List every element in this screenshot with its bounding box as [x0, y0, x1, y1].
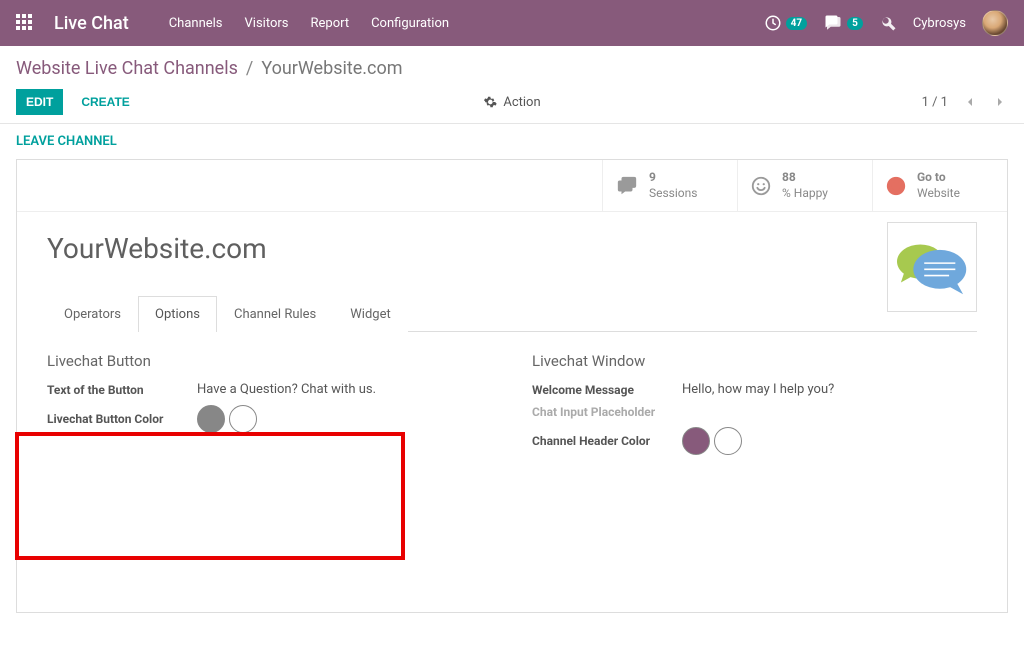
- button-color-swatches: [197, 405, 257, 433]
- label-welcome-message: Welcome Message: [532, 383, 682, 397]
- heart-icon: [885, 175, 907, 197]
- tab-widget[interactable]: Widget: [333, 296, 407, 332]
- tab-content-options: Livechat Button Text of the Button Have …: [47, 332, 977, 483]
- tab-options[interactable]: Options: [138, 296, 217, 332]
- swatch-header-white[interactable]: [714, 427, 742, 455]
- field-header-color: Channel Header Color: [532, 427, 977, 455]
- messages-tray[interactable]: 5: [823, 14, 863, 32]
- top-navbar: Live Chat Channels Visitors Report Confi…: [0, 0, 1024, 46]
- nav-configuration[interactable]: Configuration: [371, 16, 449, 31]
- breadcrumb-current: YourWebsite.com: [261, 58, 402, 79]
- breadcrumb-root[interactable]: Website Live Chat Channels: [16, 58, 238, 79]
- stat-sessions-text: 9 Sessions: [649, 170, 697, 201]
- label-header-color: Channel Header Color: [532, 434, 682, 448]
- username[interactable]: Cybrosys: [913, 16, 966, 31]
- chevron-left-icon[interactable]: [962, 94, 978, 110]
- pager-text: 1 / 1: [922, 95, 948, 110]
- col-livechat-window: Livechat Window Welcome Message Hello, h…: [532, 352, 977, 463]
- label-button-color: Livechat Button Color: [47, 412, 197, 426]
- nav-report[interactable]: Report: [311, 16, 350, 31]
- nav-visitors[interactable]: Visitors: [245, 16, 289, 31]
- field-text-of-button: Text of the Button Have a Question? Chat…: [47, 382, 492, 397]
- action-row: EDIT CREATE Action 1 / 1: [0, 89, 1024, 124]
- sheet-wrap: 9 Sessions 88 % Happy Go to Website: [0, 159, 1024, 633]
- edit-button[interactable]: EDIT: [16, 89, 63, 115]
- smile-icon: [750, 175, 772, 197]
- control-bar: Website Live Chat Channels / YourWebsite…: [0, 46, 1024, 79]
- leave-channel-button[interactable]: LEAVE CHANNEL: [16, 134, 117, 149]
- field-welcome-message: Welcome Message Hello, how may I help yo…: [532, 382, 977, 397]
- stat-happy-text: 88 % Happy: [782, 170, 828, 201]
- value-text-of-button: Have a Question? Chat with us.: [197, 382, 376, 397]
- stat-sessions-label: Sessions: [649, 186, 697, 200]
- swatch-button-white[interactable]: [229, 405, 257, 433]
- stat-left-spacer: [17, 160, 602, 211]
- tools-icon[interactable]: [879, 14, 897, 32]
- label-text-of-button: Text of the Button: [47, 383, 197, 397]
- sheet-body: YourWebsite.com Operators Options Channe…: [17, 212, 1007, 612]
- app-brand: Live Chat: [54, 13, 129, 34]
- gear-icon: [483, 95, 497, 109]
- create-button[interactable]: CREATE: [71, 89, 139, 115]
- value-welcome-message: Hello, how may I help you?: [682, 382, 834, 397]
- action-dropdown[interactable]: Action: [483, 95, 540, 110]
- avatar[interactable]: [982, 10, 1008, 36]
- breadcrumb: Website Live Chat Channels / YourWebsite…: [16, 58, 1008, 79]
- clock-icon: [764, 14, 782, 32]
- stat-sessions[interactable]: 9 Sessions: [602, 160, 737, 211]
- timer-tray[interactable]: 47: [764, 14, 807, 32]
- comments-icon: [615, 175, 639, 197]
- stat-website-top: Go to: [917, 170, 946, 184]
- col-livechat-button: Livechat Button Text of the Button Have …: [47, 352, 492, 463]
- messages-badge: 5: [847, 17, 863, 30]
- field-chat-input-placeholder: Chat Input Placeholder: [532, 405, 977, 419]
- nav-links: Channels Visitors Report Configuration: [169, 16, 449, 31]
- tab-channel-rules[interactable]: Channel Rules: [217, 296, 333, 332]
- action-label: Action: [503, 95, 540, 110]
- timer-badge: 47: [786, 17, 807, 30]
- stat-website-bottom: Website: [917, 186, 960, 200]
- stat-bar: 9 Sessions 88 % Happy Go to Website: [17, 160, 1007, 212]
- stat-happy-label: % Happy: [782, 186, 828, 200]
- chat-bubbles-icon: [892, 232, 972, 302]
- apps-icon[interactable]: [16, 14, 34, 32]
- form-sheet: 9 Sessions 88 % Happy Go to Website: [16, 159, 1008, 613]
- nav-right: 47 5 Cybrosys: [764, 10, 1008, 36]
- chat-icon: [823, 14, 843, 32]
- pager: 1 / 1: [922, 94, 1008, 110]
- header-color-swatches: [682, 427, 742, 455]
- swatch-button-gray[interactable]: [197, 405, 225, 433]
- label-chat-input-placeholder: Chat Input Placeholder: [532, 405, 682, 419]
- channel-image[interactable]: [887, 222, 977, 312]
- stat-sessions-count: 9: [649, 170, 656, 184]
- stat-website-text: Go to Website: [917, 170, 960, 201]
- stat-website[interactable]: Go to Website: [872, 160, 1007, 211]
- chevron-right-icon[interactable]: [992, 94, 1008, 110]
- breadcrumb-sep: /: [246, 58, 253, 79]
- stat-happy[interactable]: 88 % Happy: [737, 160, 872, 211]
- field-button-color: Livechat Button Color: [47, 405, 492, 433]
- section-livechat-button: Livechat Button: [47, 352, 492, 370]
- leave-row: LEAVE CHANNEL: [0, 124, 1024, 159]
- nav-channels[interactable]: Channels: [169, 16, 223, 31]
- section-livechat-window: Livechat Window: [532, 352, 977, 370]
- tabs: Operators Options Channel Rules Widget: [47, 295, 977, 332]
- page-title: YourWebsite.com: [47, 232, 977, 265]
- tab-operators[interactable]: Operators: [47, 296, 138, 332]
- swatch-header-purple[interactable]: [682, 427, 710, 455]
- stat-happy-count: 88: [782, 170, 796, 184]
